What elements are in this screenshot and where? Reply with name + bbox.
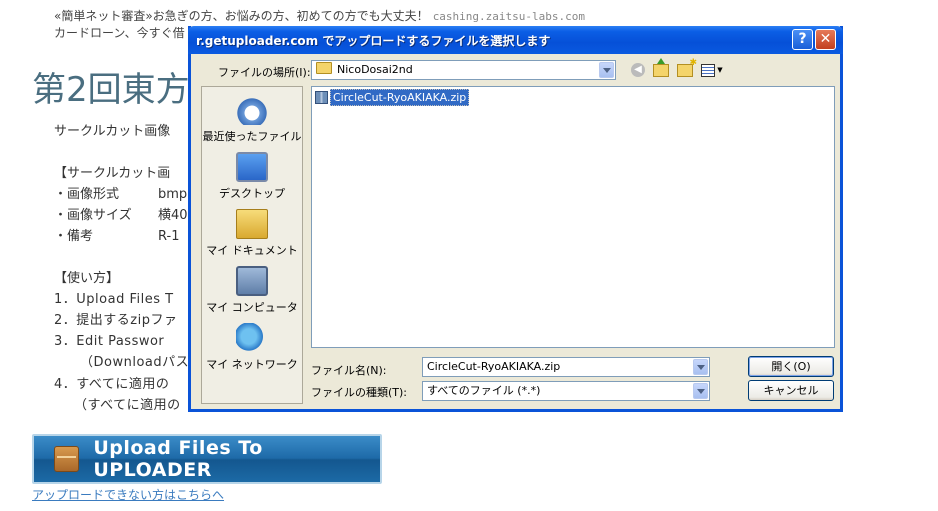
recent-files-icon	[236, 95, 268, 125]
place-label: マイ ドキュメント	[206, 244, 298, 257]
spec-row: ・画像形式 bmp	[54, 183, 187, 202]
usage-step: 4．すべてに適用の	[54, 377, 170, 392]
spec-value: R-1	[158, 229, 180, 244]
spec-key: ・画像形式	[54, 187, 120, 202]
zip-file-icon	[315, 90, 328, 104]
usage-step: 1．Upload Files T	[54, 292, 174, 307]
place-label: デスクトップ	[219, 187, 285, 200]
look-in-label: ファイルの場所(I):	[218, 66, 311, 79]
spec-row: ・備考 R-1	[54, 225, 179, 244]
computer-icon	[236, 266, 268, 296]
chevron-down-icon[interactable]	[693, 359, 708, 375]
dropdown-triangle-icon: ▼	[717, 66, 723, 74]
page-title: 第2回東方	[32, 70, 190, 110]
upload-button-label: Upload Files To UPLOADER	[93, 437, 263, 481]
spec-value: bmp	[158, 187, 188, 202]
view-list-icon	[701, 63, 716, 77]
view-menu-button[interactable]: ▼	[700, 61, 724, 79]
place-my-network[interactable]: マイ ネットワーク	[202, 319, 302, 375]
back-arrow-icon: ◀	[631, 63, 645, 77]
dialog-title: r.getuploader.com でアップロードするファイルを選択します	[196, 34, 551, 48]
page-description: サークルカット画像	[54, 124, 171, 139]
spec-value: 横40	[158, 208, 188, 223]
up-folder-button[interactable]	[652, 57, 670, 79]
usage-heading: 【使い方】	[54, 271, 120, 286]
folder-icon	[316, 62, 332, 74]
package-icon	[54, 446, 80, 472]
filetype-label: ファイルの種類(T):	[311, 386, 408, 399]
ad-url[interactable]: cashing.zaitsu-labs.com	[433, 10, 585, 23]
spec-heading: 【サークルカット画	[54, 166, 171, 181]
place-label: マイ ネットワーク	[206, 358, 298, 371]
usage-step: 3．Edit Passwor	[54, 334, 165, 349]
filename-label: ファイル名(N):	[311, 364, 387, 377]
filetype-value: すべてのファイル (*.*)	[427, 384, 541, 397]
up-folder-icon	[653, 57, 669, 77]
filetype-dropdown[interactable]: すべてのファイル (*.*)	[422, 381, 710, 401]
dialog-titlebar[interactable]: r.getuploader.com でアップロードするファイルを選択します ? …	[188, 26, 843, 54]
cancel-button[interactable]: キャンセル	[748, 380, 834, 401]
look-in-dropdown[interactable]: NicoDosai2nd	[311, 60, 616, 80]
list-item[interactable]: CircleCut-RyoAKIAKA.zip	[315, 88, 470, 106]
filename-value: CircleCut-RyoAKIAKA.zip	[427, 360, 561, 373]
place-label: マイ コンピュータ	[206, 301, 298, 314]
spec-key: ・画像サイズ	[54, 208, 132, 223]
look-in-value: NicoDosai2nd	[337, 63, 413, 76]
spec-row: ・画像サイズ 横40	[54, 204, 188, 223]
ad-text: «簡単ネット審査»お急ぎの方、お悩みの方、初めての方でも大丈夫！	[54, 9, 429, 23]
file-name: CircleCut-RyoAKIAKA.zip	[330, 88, 470, 106]
desktop-icon	[236, 152, 268, 182]
close-button[interactable]: ✕	[815, 29, 836, 50]
usage-step: （すべてに適用の	[74, 398, 181, 413]
chevron-down-icon[interactable]	[693, 383, 708, 399]
place-my-documents[interactable]: マイ ドキュメント	[202, 205, 302, 261]
places-bar: 最近使ったファイル デスクトップ マイ ドキュメント マイ コンピュータ マイ …	[201, 86, 303, 404]
place-recent[interactable]: 最近使ったファイル	[202, 91, 302, 147]
filename-input[interactable]: CircleCut-RyoAKIAKA.zip	[422, 357, 710, 377]
new-folder-icon	[677, 58, 697, 77]
place-label: 最近使ったファイル	[202, 130, 302, 143]
help-button[interactable]: ?	[792, 29, 813, 50]
place-my-computer[interactable]: マイ コンピュータ	[202, 262, 302, 318]
documents-folder-icon	[236, 209, 268, 239]
network-icon	[236, 323, 268, 353]
upload-help-link[interactable]: アップロードできない方はこちらへ	[32, 486, 224, 503]
chevron-down-icon[interactable]	[599, 62, 614, 78]
place-desktop[interactable]: デスクトップ	[202, 148, 302, 204]
file-list[interactable]: CircleCut-RyoAKIAKA.zip	[311, 86, 835, 348]
open-button[interactable]: 開く(O)	[748, 356, 834, 377]
usage-step: 2．提出するzipファ	[54, 313, 178, 328]
back-button[interactable]: ◀	[629, 61, 647, 79]
upload-files-button[interactable]: Upload Files To UPLOADER	[32, 434, 382, 484]
spec-key: ・備考	[54, 229, 94, 244]
usage-step: （Downloadパス	[80, 355, 190, 370]
new-folder-button[interactable]	[676, 58, 697, 79]
file-open-dialog: r.getuploader.com でアップロードするファイルを選択します ? …	[188, 26, 843, 412]
